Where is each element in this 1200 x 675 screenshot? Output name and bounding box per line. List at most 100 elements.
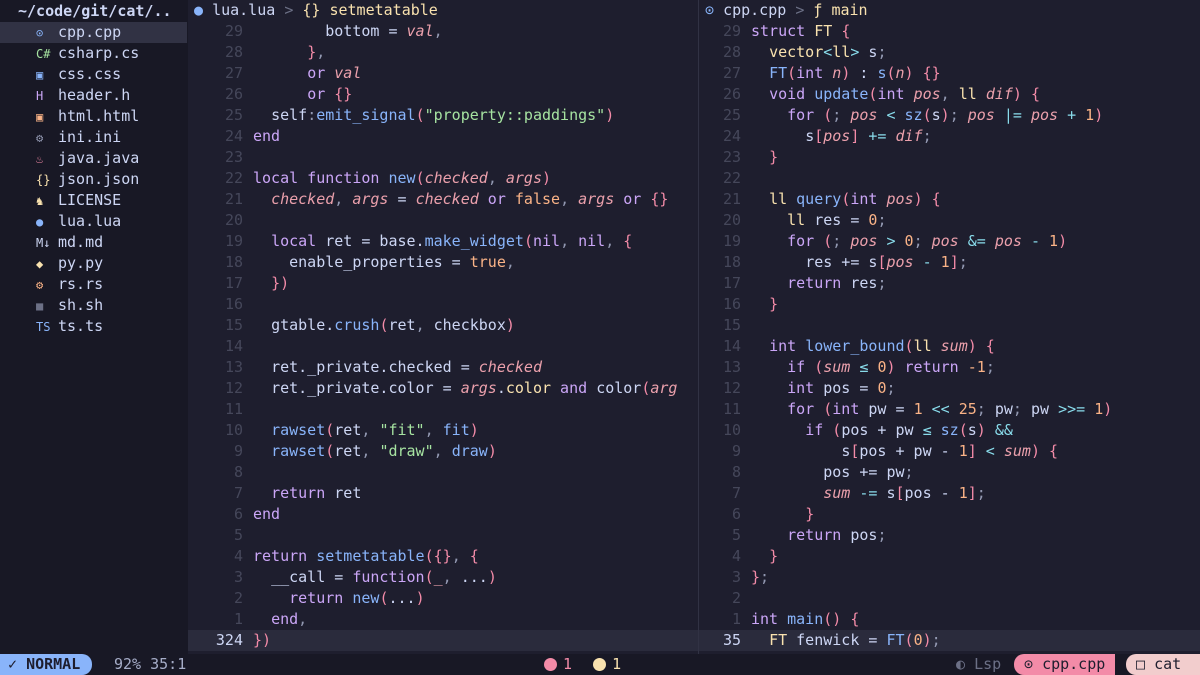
code-line[interactable]: 23 [188, 147, 698, 168]
explorer-item-label: py.py [58, 254, 104, 272]
explorer-item[interactable]: ● lua.lua [0, 211, 187, 232]
code-line[interactable]: 16 [188, 294, 698, 315]
explorer-item[interactable]: Hheader.h [0, 85, 187, 106]
code-line[interactable]: 4 return setmetatable({}, { [188, 546, 698, 567]
code-line[interactable]: 27 or val [188, 63, 698, 84]
code-line[interactable]: 19 local ret = base.make_widget(nil, nil… [188, 231, 698, 252]
code-line[interactable]: 6 } [699, 504, 1200, 525]
editor-pane-lua[interactable]: ● lua.lua > {} setmetatable 29 bottom = … [188, 0, 698, 654]
winbar-symbol[interactable]: main [831, 1, 867, 19]
code-line[interactable]: 29 bottom = val, [188, 21, 698, 42]
code-line[interactable]: 15 [699, 315, 1200, 336]
explorer-item[interactable]: ♞ LICENSE [0, 190, 187, 211]
code-line[interactable]: 26 void update(int pos, ll dif) { [699, 84, 1200, 105]
winbar-symbol[interactable]: setmetatable [329, 1, 437, 19]
code-line[interactable]: 28 }, [188, 42, 698, 63]
code-line[interactable]: 13 ret._private.checked = checked [188, 357, 698, 378]
code-token: int [796, 64, 833, 82]
code-line[interactable]: 24 end [188, 126, 698, 147]
code-line[interactable]: 28 vector<ll> s; [699, 42, 1200, 63]
explorer-item[interactable]: ⚙ rs.rs [0, 274, 187, 295]
code-line[interactable]: 21 checked, args = checked or false, arg… [188, 189, 698, 210]
explorer-item[interactable]: {} json.json [0, 169, 187, 190]
code-token: ret [334, 421, 362, 439]
code-line[interactable]: 25 self:emit_signal("property::paddings"… [188, 105, 698, 126]
code-line[interactable]: 19 for (; pos > 0; pos &= pos - 1) [699, 231, 1200, 252]
code-line[interactable]: 3 __call = function(_, ...) [188, 567, 698, 588]
editor-pane-cpp[interactable]: ⊙ cpp.cpp > ƒ main 29 struct FT {28 vecto… [699, 0, 1200, 654]
explorer-item[interactable]: ⚙ ini.ini [0, 127, 187, 148]
code-line[interactable]: 25 for (; pos < sz(s); pos |= pos + 1) [699, 105, 1200, 126]
code-line[interactable]: 1 end, [188, 609, 698, 630]
code-line[interactable]: 12 int pos = 0; [699, 378, 1200, 399]
explorer-item[interactable]: ♨ java.java [0, 148, 187, 169]
code-token: enable_properties = [289, 253, 470, 271]
current-file-pill[interactable]: ⊙ cpp.cpp [1014, 654, 1116, 675]
code-token: bottom = [325, 22, 407, 40]
code-line[interactable]: 22 local function new(checked, args) [188, 168, 698, 189]
code-line[interactable]: 9 s[pos + pw - 1] < sum) { [699, 441, 1200, 462]
winbar-filename[interactable]: cpp.cpp [723, 1, 786, 19]
code-line[interactable]: 29 struct FT { [699, 21, 1200, 42]
code-token: int [751, 610, 788, 628]
current-directory-pill[interactable]: □ cat [1126, 654, 1200, 675]
code-line[interactable]: 1 int main() { [699, 609, 1200, 630]
code-line[interactable]: 17 return res; [699, 273, 1200, 294]
code-line[interactable]: 11 [188, 399, 698, 420]
code-line[interactable]: 5 [188, 525, 698, 546]
code-line[interactable]: 10 if (pos + pw ≤ sz(s) && [699, 420, 1200, 441]
explorer-item[interactable]: ◆ py.py [0, 253, 187, 274]
explorer-item[interactable]: ▣ css.css [0, 64, 187, 85]
code-line[interactable]: 2 [699, 588, 1200, 609]
explorer-root-path[interactable]: ~/code/git/cat/.. [18, 1, 172, 22]
code-line[interactable]: 22 [699, 168, 1200, 189]
code-line[interactable]: 15 gtable.crush(ret, checkbox) [188, 315, 698, 336]
code-line[interactable]: 6 end [188, 504, 698, 525]
explorer-item[interactable]: C# csharp.cs [0, 43, 187, 64]
code-line[interactable]: 324}) [188, 630, 698, 651]
code-token: ; [904, 463, 914, 481]
diagnostics[interactable]: 1 1 [544, 654, 621, 675]
explorer-item[interactable]: ▣ html.html [0, 106, 187, 127]
explorer-item[interactable]: ■ sh.sh [0, 295, 187, 316]
code-line[interactable]: 18 res += s[pos - 1]; [699, 252, 1200, 273]
code-line[interactable]: 27 FT(int n) : s(n) {} [699, 63, 1200, 84]
code-token: { [623, 232, 633, 250]
code-line[interactable]: 26 or {} [188, 84, 698, 105]
code-line[interactable]: 7 return ret [188, 483, 698, 504]
lsp-status[interactable]: ◐ Lsp [956, 654, 1001, 675]
code-line[interactable]: 20 [188, 210, 698, 231]
code-line[interactable]: 2 return new(...) [188, 588, 698, 609]
code-line[interactable]: 14 int lower_bound(ll sum) { [699, 336, 1200, 357]
code-token: ( [814, 358, 824, 376]
code-line[interactable]: 5 return pos; [699, 525, 1200, 546]
code-line[interactable]: 20 ll res = 0; [699, 210, 1200, 231]
code-line[interactable]: 17 }) [188, 273, 698, 294]
code-token: ) {} [904, 64, 941, 82]
code-line[interactable]: 4 } [699, 546, 1200, 567]
code-line[interactable]: 11 for (int pw = 1 << 25; pw; pw >>= 1) [699, 399, 1200, 420]
code-line[interactable]: 9 rawset(ret, "draw", draw) [188, 441, 698, 462]
code-line[interactable]: 10 rawset(ret, "fit", fit) [188, 420, 698, 441]
code-line[interactable]: 7 sum -= s[pos - 1]; [699, 483, 1200, 504]
explorer-item[interactable]: M↓ md.md [0, 232, 187, 253]
code-line[interactable]: 14 [188, 336, 698, 357]
code-line[interactable]: 13 if (sum ≤ 0) return -1; [699, 357, 1200, 378]
code-token: ; [877, 274, 887, 292]
code-line[interactable]: 16 } [699, 294, 1200, 315]
explorer-item[interactable]: TS ts.ts [0, 316, 187, 337]
code-line[interactable]: 3}; [699, 567, 1200, 588]
code-line[interactable]: 23 } [699, 147, 1200, 168]
code-line[interactable]: 24 s[pos] += dif; [699, 126, 1200, 147]
code-line[interactable]: 8 pos += pw; [699, 462, 1200, 483]
code-line[interactable]: 8 [188, 462, 698, 483]
code-line[interactable]: 18 enable_properties = true, [188, 252, 698, 273]
code-line[interactable]: 12 ret._private.color = args.color and c… [188, 378, 698, 399]
code-line[interactable]: 21 ll query(int pos) { [699, 189, 1200, 210]
explorer-item[interactable]: ⊙ cpp.cpp [0, 22, 187, 43]
winbar-filename[interactable]: lua.lua [212, 1, 275, 19]
code-line[interactable]: 35 FT fenwick = FT(0); [699, 630, 1200, 651]
